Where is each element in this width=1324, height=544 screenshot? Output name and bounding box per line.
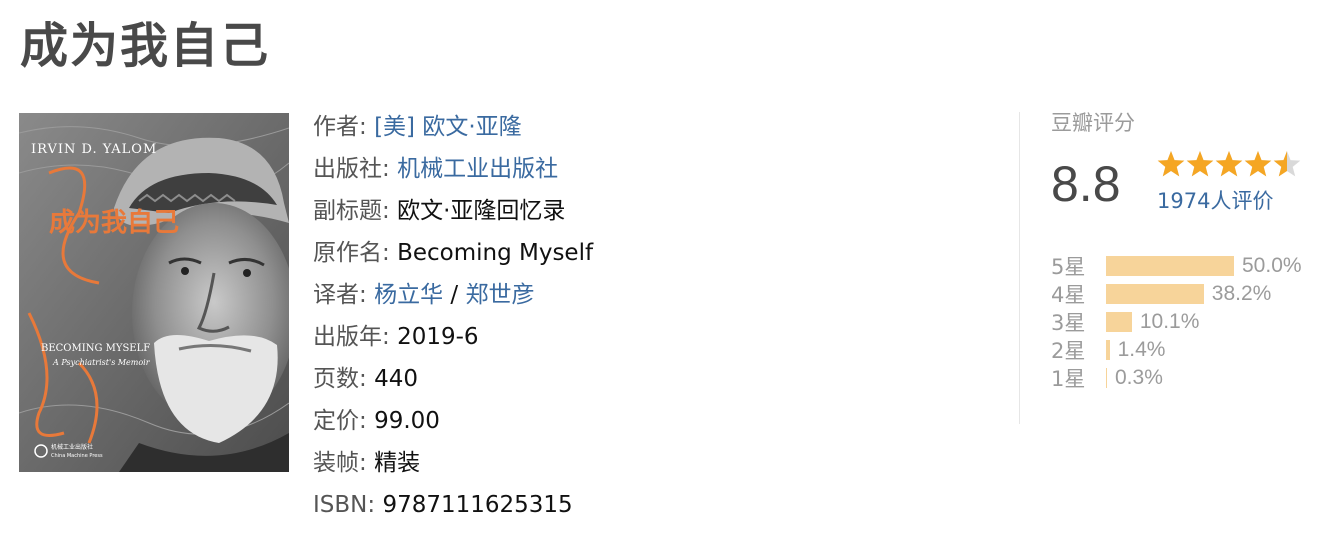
rating-row-2-star: 2星 1.4%: [1051, 336, 1311, 364]
info-row-publisher: 出版社: 机械工业出版社: [313, 148, 993, 190]
rating-row-label: 2星: [1051, 339, 1086, 363]
rating-percent: 38.2%: [1211, 282, 1272, 305]
section-divider: [1019, 112, 1020, 424]
pages-label: 页数:: [313, 366, 367, 392]
book-info: 作者: [美] 欧文·亚隆 出版社: 机械工业出版社 副标题: 欧文·亚隆回忆录…: [313, 106, 993, 526]
publisher-link[interactable]: 机械工业出版社: [397, 156, 558, 182]
info-row-translator: 译者: 杨立华 / 郑世彦: [313, 274, 993, 316]
pages-value: 440: [374, 366, 418, 392]
author-label: 作者:: [313, 114, 367, 140]
star-filled-icon: [1157, 151, 1185, 177]
info-row-author: 作者: [美] 欧文·亚隆: [313, 106, 993, 148]
author-link[interactable]: [美] 欧文·亚隆: [374, 114, 522, 140]
binding-value: 精装: [374, 450, 421, 476]
star-filled-icon: [1215, 151, 1243, 177]
rating-row-label: 4星: [1051, 283, 1086, 307]
rating-bar: [1106, 368, 1107, 388]
rating-row-5-star: 5星 50.0%: [1051, 252, 1311, 280]
info-row-pages: 页数: 440: [313, 358, 993, 400]
translator-link-1[interactable]: 杨立华: [374, 282, 443, 308]
score-block: 8.8 1974人评价: [1051, 148, 1311, 232]
year-value: 2019-6: [397, 324, 479, 350]
isbn-label: ISBN:: [313, 492, 376, 518]
original-title-value: Becoming Myself: [397, 240, 594, 266]
info-row-subtitle: 副标题: 欧文·亚隆回忆录: [313, 190, 993, 232]
binding-label: 装帧:: [313, 450, 367, 476]
star-filled-icon: [1186, 151, 1214, 177]
rating-bar: [1106, 256, 1234, 276]
rating-row-label: 1星: [1051, 367, 1086, 391]
price-label: 定价:: [313, 408, 367, 434]
rating-row-1-star: 1星 0.3%: [1051, 364, 1311, 392]
info-row-original-title: 原作名: Becoming Myself: [313, 232, 993, 274]
info-row-isbn: ISBN: 9787111625315: [313, 484, 993, 526]
isbn-value: 9787111625315: [382, 492, 573, 518]
rating-row-label: 3星: [1051, 311, 1086, 335]
star-filled-icon: [1244, 151, 1272, 177]
price-value: 99.00: [374, 408, 440, 434]
original-title-label: 原作名:: [313, 240, 390, 266]
rating-stars-icon: [1157, 151, 1301, 177]
translator-link-2[interactable]: 郑世彦: [465, 282, 534, 308]
rating-count-link[interactable]: 1974人评价: [1157, 186, 1273, 216]
cover-title-text: 成为我自己: [49, 207, 179, 238]
rating-percent: 10.1%: [1139, 310, 1200, 333]
cover-publisher-en: China Machine Press: [51, 453, 103, 459]
year-label: 出版年:: [313, 324, 390, 350]
subtitle-label: 副标题:: [313, 198, 390, 224]
cover-publisher: 机械工业出版社: [51, 443, 93, 451]
rating-bar: [1106, 340, 1110, 360]
cover-subtitle-en: A Psychiatrist's Memoir: [52, 358, 151, 367]
rating-title: 豆瓣评分: [1051, 111, 1135, 135]
translator-label: 译者:: [313, 282, 367, 308]
info-row-year: 出版年: 2019-6: [313, 316, 993, 358]
info-row-binding: 装帧: 精装: [313, 442, 993, 484]
publisher-label: 出版社:: [313, 156, 390, 182]
rating-bar: [1106, 312, 1132, 332]
translator-separator: /: [450, 282, 459, 308]
rating-row-4-star: 4星 38.2%: [1051, 280, 1311, 308]
rating-row-label: 5星: [1051, 255, 1086, 279]
book-title: 成为我自己: [20, 18, 271, 74]
rating-row-3-star: 3星 10.1%: [1051, 308, 1311, 336]
info-row-price: 定价: 99.00: [313, 400, 993, 442]
rating-percent: 50.0%: [1242, 254, 1302, 277]
cover-title-en: BECOMING MYSELF: [41, 343, 150, 354]
rating-percent: 0.3%: [1115, 366, 1163, 389]
cover-artwork: IRVIN D. YALOM 成为我自己 BECOMING MYSELF A P…: [19, 113, 289, 472]
rating-distribution: 5星 50.0% 4星 38.2% 3星 10.1% 2星 1.4% 1星 0.3%: [1051, 252, 1311, 392]
subtitle-value: 欧文·亚隆回忆录: [397, 198, 566, 224]
rating-panel: 豆瓣评分 8.8 1974人评价 5星 50.0% 4星 38.2% 3星 10.1% 2星…: [1051, 106, 1311, 392]
rating-percent: 1.4%: [1117, 338, 1166, 361]
rating-bar: [1106, 284, 1204, 304]
cover-author-text: IRVIN D. YALOM: [31, 142, 157, 157]
book-cover-image[interactable]: IRVIN D. YALOM 成为我自己 BECOMING MYSELF A P…: [19, 113, 289, 472]
rating-score: 8.8: [1051, 156, 1121, 212]
